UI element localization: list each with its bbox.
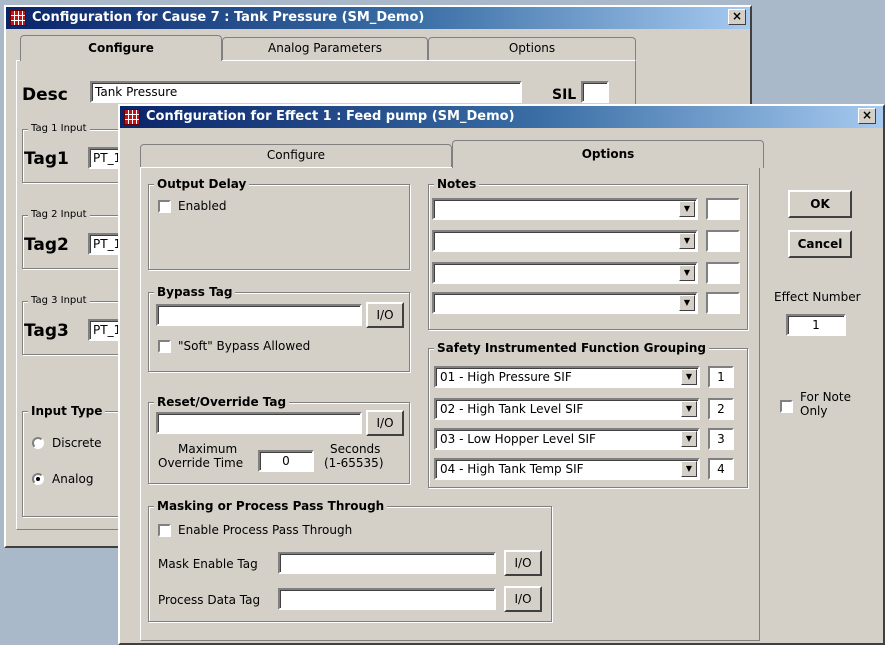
bypass-io-button[interactable]: I/O [366,302,404,328]
note-select-3[interactable]: ▼ [432,262,698,284]
seconds-label-line1: Seconds [330,442,381,456]
output-delay-enabled-label: Enabled [178,199,227,213]
note-number-1[interactable] [706,198,740,220]
soft-bypass-checkbox[interactable] [158,340,171,353]
cause-tab-options[interactable]: Options [428,37,636,61]
tag2-group-title: Tag 2 Input [28,209,90,220]
effect-window-titlebar[interactable]: Configuration for Effect 1 : Feed pump (… [120,106,883,128]
sif-number-1[interactable]: 1 [708,366,734,388]
ok-button[interactable]: OK [788,190,852,218]
sif-number-3[interactable]: 3 [708,428,734,450]
max-override-label-line2: Override Time [158,456,244,470]
sif-number-4[interactable]: 4 [708,458,734,480]
output-delay-title: Output Delay [154,177,250,191]
for-note-only-checkbox[interactable] [780,400,793,413]
tag1-label: Tag1 [24,149,69,169]
seconds-label-line2: (1-65535) [324,456,384,470]
effect-window-title: Configuration for Effect 1 : Feed pump (… [146,109,515,124]
for-note-only-label-line1: For Note [800,390,851,404]
analog-label: Analog [52,472,94,486]
dropdown-arrow-icon: ▼ [681,431,697,447]
discrete-label: Discrete [52,436,102,450]
cancel-button[interactable]: Cancel [788,230,852,258]
tag3-label: Tag3 [24,321,69,341]
sil-label: SIL [552,87,577,103]
override-time-input[interactable]: 0 [258,450,314,472]
process-data-tag-input[interactable] [278,588,496,610]
effect-number-input[interactable]: 1 [786,314,846,336]
sif-select-4-value: 04 - High Tank Temp SIF [440,462,584,476]
note-select-2[interactable]: ▼ [432,230,698,252]
process-data-tag-label: Process Data Tag [158,593,261,607]
tag2-label: Tag2 [24,235,69,255]
process-data-io-button[interactable]: I/O [504,586,542,612]
note-number-3[interactable] [706,262,740,284]
masking-title: Masking or Process Pass Through [154,499,388,513]
effect-tab-options[interactable]: Options [452,140,764,168]
sif-select-2[interactable]: 02 - High Tank Level SIF ▼ [434,398,700,420]
desc-label: Desc [22,85,68,105]
max-override-label-line1: Maximum [178,442,238,456]
for-note-only-label-line2: Only [800,404,828,418]
bypass-tag-title: Bypass Tag [154,285,236,299]
sif-select-3-value: 03 - Low Hopper Level SIF [440,432,596,446]
input-type-group: Input Type [22,404,132,517]
output-delay-enabled-checkbox[interactable] [158,200,171,213]
app-grid-icon [124,109,140,125]
dropdown-arrow-icon: ▼ [679,201,695,217]
tag3-group-title: Tag 3 Input [28,295,90,306]
dropdown-arrow-icon: ▼ [679,265,695,281]
effect-number-label: Effect Number [774,290,861,304]
dropdown-arrow-icon: ▼ [679,295,695,311]
enable-pass-through-label: Enable Process Pass Through [178,523,353,537]
tag1-group-title: Tag 1 Input [28,123,90,134]
mask-enable-tag-label: Mask Enable Tag [158,557,258,571]
discrete-radio[interactable] [32,437,44,449]
mask-enable-io-button[interactable]: I/O [504,550,542,576]
dropdown-arrow-icon: ▼ [681,369,697,385]
note-number-4[interactable] [706,292,740,314]
reset-override-title: Reset/Override Tag [154,395,290,409]
soft-bypass-label: "Soft" Bypass Allowed [178,339,311,353]
reset-override-io-button[interactable]: I/O [366,410,404,436]
note-select-4[interactable]: ▼ [432,292,698,314]
cause-tab-configure[interactable]: Configure [20,35,222,61]
input-type-group-title: Input Type [28,404,106,418]
reset-override-input[interactable] [156,412,362,434]
cause-window-titlebar[interactable]: Configuration for Cause 7 : Tank Pressur… [6,7,750,29]
dropdown-arrow-icon: ▼ [681,461,697,477]
bypass-tag-input[interactable] [156,304,362,326]
sif-number-2[interactable]: 2 [708,398,734,420]
dropdown-arrow-icon: ▼ [681,401,697,417]
sif-select-1-value: 01 - High Pressure SIF [440,370,572,384]
sif-grouping-title: Safety Instrumented Function Grouping [434,341,710,355]
cause-window-title: Configuration for Cause 7 : Tank Pressur… [32,10,425,25]
sif-select-4[interactable]: 04 - High Tank Temp SIF ▼ [434,458,700,480]
sil-input[interactable] [581,81,609,103]
effect-config-window: Configuration for Effect 1 : Feed pump (… [118,104,885,645]
sif-select-2-value: 02 - High Tank Level SIF [440,402,584,416]
desc-input[interactable]: Tank Pressure [90,81,522,103]
app-grid-icon [10,10,26,26]
notes-title: Notes [434,177,480,191]
cause-tab-analog-parameters[interactable]: Analog Parameters [222,37,428,61]
note-select-1[interactable]: ▼ [432,198,698,220]
sif-select-3[interactable]: 03 - Low Hopper Level SIF ▼ [434,428,700,450]
output-delay-group: Output Delay [148,177,410,270]
cause-close-button[interactable]: × [728,9,746,25]
sif-select-1[interactable]: 01 - High Pressure SIF ▼ [434,366,700,388]
effect-close-button[interactable]: × [858,108,876,124]
mask-enable-tag-input[interactable] [278,552,496,574]
note-number-2[interactable] [706,230,740,252]
enable-pass-through-checkbox[interactable] [158,524,171,537]
effect-tab-configure[interactable]: Configure [140,144,452,168]
analog-radio[interactable] [32,473,44,485]
dropdown-arrow-icon: ▼ [679,233,695,249]
